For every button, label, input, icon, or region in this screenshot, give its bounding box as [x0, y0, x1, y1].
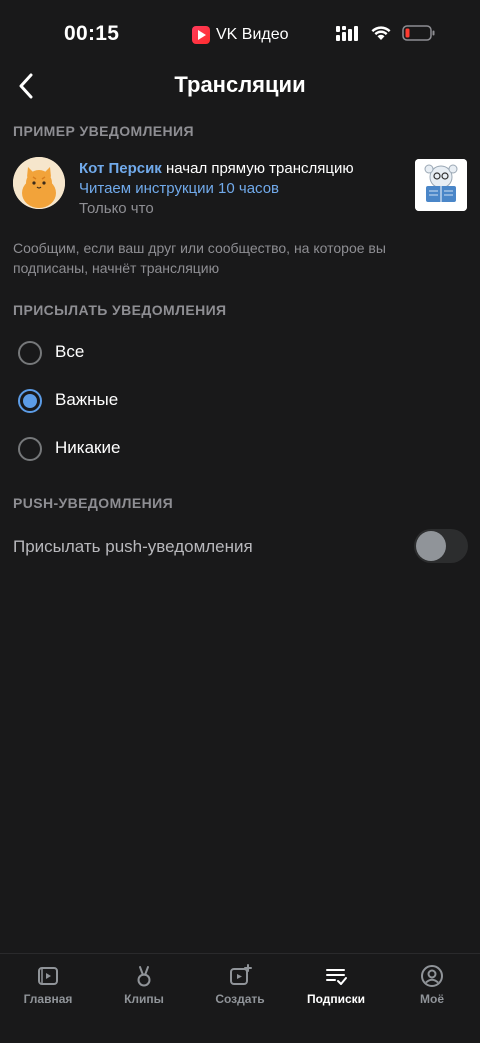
- nav-bar: Трансляции: [0, 62, 480, 110]
- section-header-example: ПРИМЕР УВЕДОМЛЕНИЯ: [13, 123, 194, 139]
- tab-label-profile: Моё: [420, 992, 444, 1006]
- radio-label-all: Все: [55, 342, 85, 361]
- subscriptions-icon: [326, 969, 347, 985]
- radio-option-important[interactable]: Важные: [0, 379, 480, 423]
- push-setting-row[interactable]: Присылать push-уведомления: [0, 525, 480, 569]
- clips-icon: [137, 966, 151, 987]
- radio-none[interactable]: [18, 437, 42, 461]
- section-header-send: ПРИСЫЛАТЬ УВЕДОМЛЕНИЯ: [13, 302, 227, 318]
- section-header-push: PUSH-УВЕДОМЛЕНИЯ: [13, 495, 174, 511]
- radio-option-all[interactable]: Все: [0, 331, 480, 375]
- tab-label-subscriptions: Подписки: [306, 992, 366, 1006]
- radio-all[interactable]: [18, 341, 42, 365]
- create-video-icon: [230, 964, 252, 985]
- tab-clips[interactable]: Клипы: [96, 954, 192, 1043]
- app-indicator[interactable]: VK Видео: [180, 18, 303, 52]
- tab-label-clips: Клипы: [124, 992, 164, 1006]
- notification-headline: Кот Персик начал прямую трансляцию: [79, 159, 354, 179]
- signal-icon: [336, 26, 358, 41]
- notification-text: Кот Персик начал прямую трансляцию Читае…: [79, 159, 354, 219]
- notification-author[interactable]: Кот Персик: [79, 160, 162, 177]
- tab-create[interactable]: Создать: [192, 954, 288, 1043]
- video-icon: [38, 967, 58, 985]
- app-name: VK Видео: [216, 26, 289, 43]
- radio-label-important: Важные: [55, 390, 119, 409]
- stream-thumbnail: [415, 159, 467, 211]
- radio-label-none: Никакие: [55, 438, 121, 457]
- push-toggle[interactable]: [414, 529, 468, 563]
- notification-action: начал прямую трансляцию: [161, 160, 354, 177]
- tab-subscriptions[interactable]: Подписки: [288, 954, 384, 1043]
- notification-time: Только что: [79, 200, 154, 217]
- status-time: 00:15: [64, 22, 120, 45]
- wifi-icon: [371, 26, 391, 40]
- status-bar: 00:15 VK Видео: [0, 0, 480, 70]
- notification-stream-title[interactable]: Читаем инструкции 10 часов: [79, 179, 354, 199]
- system-icons: [336, 25, 436, 41]
- radio-option-none[interactable]: Никакие: [0, 427, 480, 471]
- push-label: Присылать push-уведомления: [13, 537, 253, 556]
- vk-video-logo-icon: [192, 26, 210, 44]
- radio-important[interactable]: [18, 389, 42, 413]
- tab-label-home: Главная: [23, 992, 73, 1006]
- page-title: Трансляции: [174, 72, 306, 97]
- tab-bar: Главная Клипы Создать Подписки Моё: [0, 953, 480, 1043]
- push-toggle-knob: [416, 531, 446, 561]
- hint-text: Сообщим, если ваш друг или сообщество, н…: [13, 240, 386, 276]
- example-notification: Кот Персик начал прямую трансляцию Читае…: [13, 157, 467, 217]
- battery-low-icon: [402, 25, 435, 41]
- tab-home[interactable]: Главная: [0, 954, 96, 1043]
- avatar: [13, 157, 65, 209]
- cat-avatar-icon: [13, 157, 65, 209]
- tab-label-create: Создать: [215, 992, 265, 1006]
- stream-thumbnail-image-icon: [415, 159, 467, 211]
- profile-icon: [421, 965, 443, 987]
- tab-profile[interactable]: Моё: [384, 954, 480, 1043]
